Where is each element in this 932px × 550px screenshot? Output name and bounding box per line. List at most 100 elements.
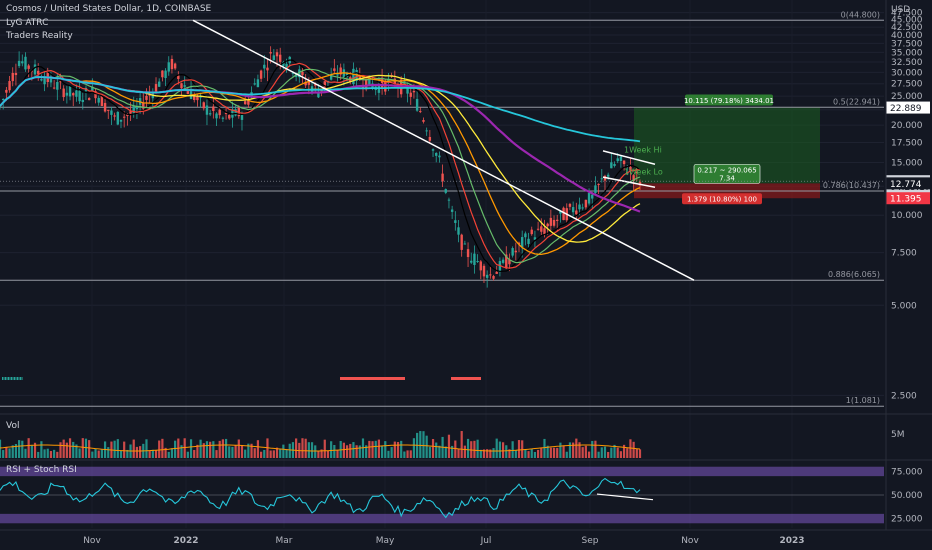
price-axis[interactable]: 2.5005.0007.50010.00012.50015.00017.5002… — [885, 0, 930, 530]
candle-body — [27, 65, 30, 69]
candle-body — [600, 178, 603, 180]
indicator-label-lyg-atrc[interactable]: LyG ATRC — [6, 18, 48, 28]
candle-body — [301, 71, 304, 76]
candle-body — [40, 79, 43, 81]
volume-bar — [524, 449, 527, 458]
volume-bar — [304, 438, 307, 458]
price-badge-label: 22.889 — [890, 104, 922, 114]
candle-body — [196, 96, 199, 101]
volume-bar — [317, 450, 320, 458]
candle-body — [578, 204, 581, 210]
candle-body — [333, 68, 336, 71]
volume-bar — [530, 448, 533, 458]
volume-bar — [27, 438, 30, 458]
candle-body — [221, 117, 225, 119]
volume-bar — [84, 438, 88, 458]
symbol-title: Cosmos / United States Dollar, 1D, COINB… — [6, 4, 212, 14]
volume-bar — [387, 450, 390, 458]
stop-label: 1.379 (10.80%) 100 — [687, 196, 757, 204]
rsi-tick-label: 25.000 — [891, 515, 923, 525]
candle-body — [263, 64, 266, 69]
candle-body — [62, 88, 65, 98]
volume-bar — [228, 446, 231, 458]
volume-bar — [215, 450, 218, 458]
candle-body — [116, 111, 120, 125]
volume-bar — [562, 445, 565, 458]
y-tick-label: 5.000 — [891, 301, 917, 311]
candle-body — [202, 102, 205, 109]
volume-bar — [454, 440, 457, 458]
candle-body — [466, 249, 470, 258]
volume-bar — [619, 451, 622, 458]
candle-body — [17, 60, 21, 67]
volume-bar — [603, 446, 607, 458]
candle-body — [540, 226, 543, 232]
trendline-down — [192, 19, 695, 281]
signal-marker — [18, 377, 20, 380]
candle-body — [622, 160, 626, 165]
time-axis[interactable]: Nov 2022 Mar May Jul Sep Nov 2023 — [0, 529, 932, 546]
candle-body — [425, 130, 428, 132]
volume-bar — [330, 441, 333, 458]
candle-body — [68, 85, 72, 97]
candle-body — [170, 58, 174, 70]
candle-body — [457, 227, 460, 235]
volume-bar — [597, 451, 600, 458]
y-tick-label: 10.000 — [891, 211, 923, 221]
volume-bar — [199, 439, 202, 458]
volume-bar — [269, 450, 272, 458]
volume-bar — [21, 440, 24, 458]
volume-bar — [466, 438, 470, 458]
candle-body — [619, 156, 623, 161]
y-tick-label: 17.500 — [891, 138, 923, 148]
volume-bar — [107, 447, 110, 458]
volume-bar — [336, 450, 339, 458]
signal-marker — [11, 377, 12, 380]
volume-bar — [212, 441, 215, 458]
candle-body — [435, 152, 438, 156]
candle-body — [215, 113, 218, 119]
y-tick-label: 20.000 — [891, 121, 923, 131]
volume-bar — [154, 450, 158, 458]
candle-body — [161, 70, 164, 78]
volume-bar — [457, 448, 460, 458]
candle-body — [65, 92, 69, 96]
volume-bar — [205, 441, 209, 458]
candle-body — [275, 52, 279, 57]
rsi-tick-label: 75.000 — [891, 467, 923, 477]
candle-body — [406, 88, 409, 94]
candle-body — [218, 109, 221, 116]
volume-bar — [295, 438, 298, 458]
candle-body — [173, 63, 177, 69]
candle-body — [164, 70, 167, 79]
volume-bar — [540, 448, 543, 458]
volume-bar — [43, 449, 46, 458]
candle-body — [14, 72, 18, 76]
candle-body — [110, 110, 113, 115]
annotation-week-hi: 1Week Hi — [624, 145, 662, 154]
candle-body — [479, 261, 482, 271]
volume-bar — [403, 451, 406, 458]
volume-bar — [419, 431, 422, 458]
volume-bar — [209, 441, 212, 458]
candle-body — [409, 92, 412, 97]
candle-body — [594, 185, 597, 194]
overbought-band — [0, 466, 884, 477]
candle-body — [208, 113, 212, 115]
indicator-label-traders-reality[interactable]: Traders Reality — [6, 31, 73, 41]
volume-bar — [632, 441, 635, 458]
price-chart[interactable]: 0(44.800) 0.5(22.941) 0.786(10.437) 0.886(6… — [0, 0, 932, 550]
volume-bar — [333, 445, 336, 458]
candle-body — [107, 109, 110, 111]
candle-body — [431, 149, 435, 151]
volume-bar — [307, 442, 310, 458]
candle-body — [597, 183, 600, 185]
candle-body — [183, 85, 186, 87]
fib-label: 0.886(6.065) — [828, 270, 880, 279]
volume-bar — [610, 447, 613, 458]
candle-body — [591, 194, 594, 199]
candle-body — [272, 55, 276, 61]
volume-bar — [224, 438, 228, 458]
candle-body — [33, 64, 37, 75]
rsi-tick-label: 50.000 — [891, 491, 923, 501]
